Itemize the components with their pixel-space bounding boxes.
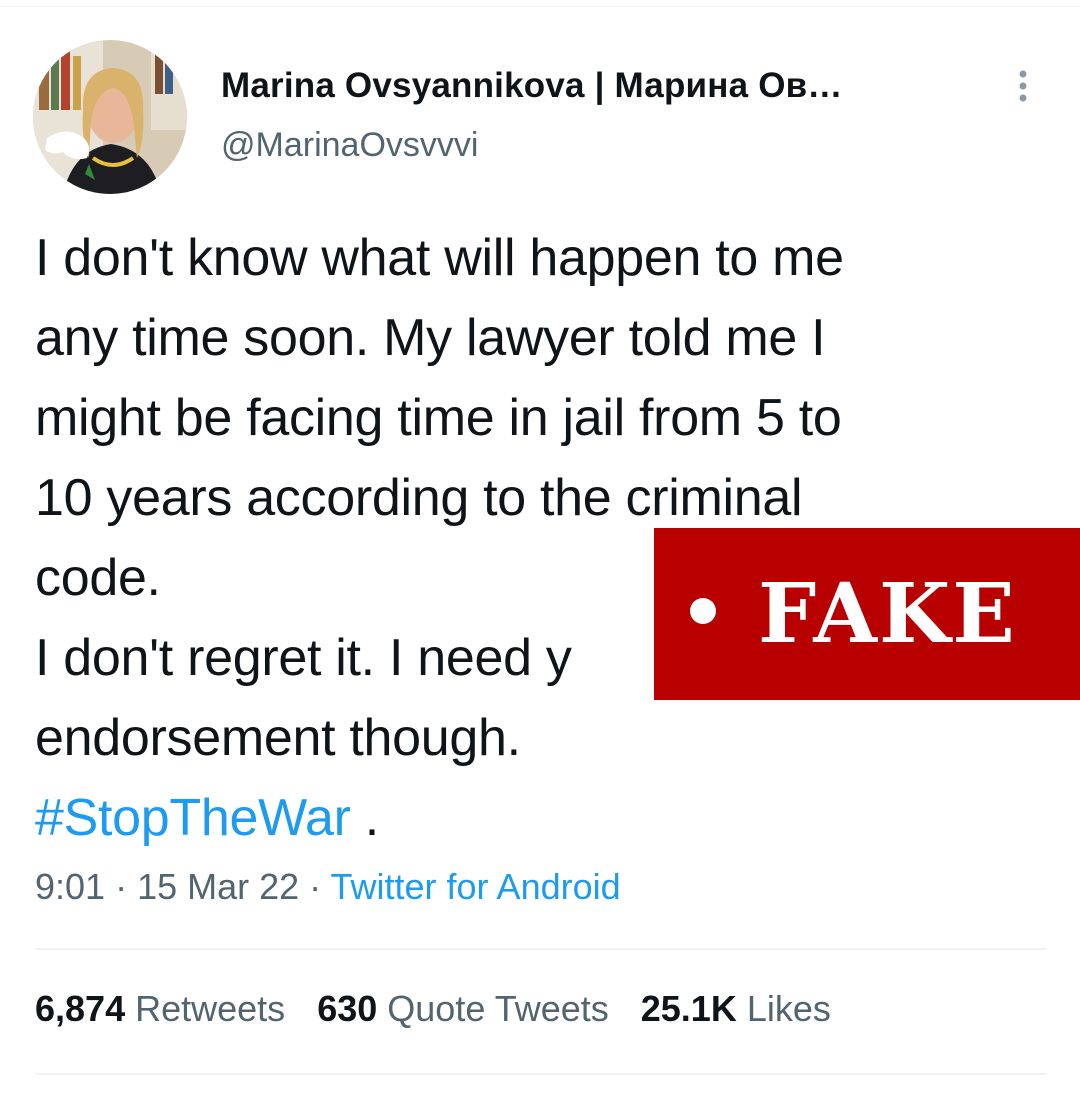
more-vertical-icon[interactable] <box>1008 68 1038 108</box>
fake-stamp-text: FAKE <box>758 566 1017 662</box>
avatar[interactable] <box>33 40 187 194</box>
tweet-trailing-text: . <box>350 789 379 847</box>
likes-count: 25.1K <box>640 988 737 1029</box>
stamp-bullet <box>690 598 716 624</box>
retweets-count: 6,874 <box>35 988 126 1029</box>
stats-bottom-divider <box>35 1073 1047 1075</box>
tweet-date[interactable]: 15 Mar 22 <box>137 866 299 907</box>
likes-stat[interactable]: 25.1K Likes <box>641 988 831 1030</box>
author-display-name[interactable]: Marina Ovsyannikova | Марина Ов… <box>221 66 843 106</box>
top-divider <box>0 6 1080 7</box>
meta-separator: · <box>299 866 331 907</box>
retweets-label: Retweets <box>135 988 286 1029</box>
tweet-line: any time soon. My lawyer told me I <box>35 309 826 367</box>
likes-label: Likes <box>746 988 831 1029</box>
quote-tweets-stat[interactable]: 630 Quote Tweets <box>317 988 609 1030</box>
tweet-hashtag-line: #StopTheWar . <box>35 778 1035 858</box>
tweet-line: I don't know what will happen to me <box>35 229 844 287</box>
stats-top-divider <box>35 948 1047 950</box>
meta-separator: · <box>105 866 138 907</box>
quote-tweets-count: 630 <box>317 988 378 1029</box>
tweet-source-link[interactable]: Twitter for Android <box>331 866 621 907</box>
tweet-stats: 6,874 Retweets 630 Quote Tweets 25.1K Like… <box>35 988 863 1030</box>
tweet-line: 10 years according to the criminal <box>35 469 803 527</box>
retweets-stat[interactable]: 6,874 Retweets <box>35 988 285 1030</box>
hashtag-link[interactable]: #StopTheWar <box>35 789 351 847</box>
tweet-line: might be facing time in jail from 5 to <box>35 389 842 447</box>
avatar-photo <box>33 40 187 194</box>
author-handle[interactable]: @MarinaOvsvvvi <box>221 126 478 165</box>
tweet-time[interactable]: 9:01 <box>35 866 105 907</box>
tweet-line: endorsement though. <box>35 709 521 767</box>
tweet-meta: 9:01 · 15 Mar 22 · Twitter for Android <box>35 866 621 908</box>
quote-tweets-label: Quote Tweets <box>387 988 609 1029</box>
